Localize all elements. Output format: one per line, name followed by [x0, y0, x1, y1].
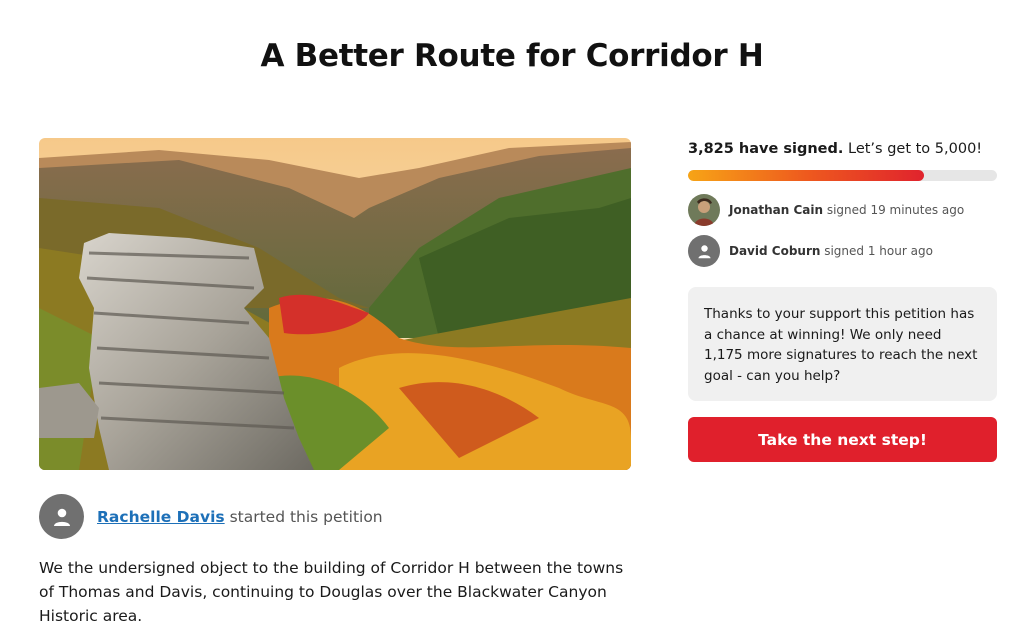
author-line: Rachelle Davis started this petition — [97, 508, 383, 526]
support-message-box: Thanks to your support this petition has… — [688, 287, 997, 401]
support-message-text: Thanks to your support this petition has… — [704, 306, 978, 384]
petition-author: Rachelle Davis started this petition — [39, 494, 383, 539]
user-icon — [698, 244, 710, 258]
user-photo-icon — [688, 194, 720, 226]
author-name-link[interactable]: Rachelle Davis — [97, 508, 225, 526]
landscape-photo-icon — [39, 138, 631, 470]
signature-count-text: 3,825 have signed. — [688, 141, 844, 157]
signature-progress-bar — [688, 170, 997, 181]
avatar — [39, 494, 84, 539]
avatar — [688, 194, 720, 226]
petition-description: We the undersigned object to the buildin… — [39, 559, 624, 625]
signer-name: David Coburn — [729, 244, 821, 258]
user-icon — [53, 508, 70, 526]
signature-progress-fill — [688, 170, 925, 181]
avatar — [688, 235, 720, 267]
page-title: A Better Route for Corridor H — [260, 38, 764, 74]
author-action: started this petition — [224, 507, 383, 526]
signer-action: signed 19 minutes ago — [823, 203, 965, 217]
signer-text: Jonathan Cain signed 19 minutes ago — [729, 203, 964, 217]
signature-count: 3,825 have signed. Let’s get to 5,000! — [688, 141, 982, 157]
signer-name: Jonathan Cain — [729, 203, 824, 217]
take-next-step-button[interactable]: Take the next step! — [688, 417, 997, 462]
signature-goal-text: Let’s get to 5,000! — [843, 141, 983, 157]
signer-text: David Coburn signed 1 hour ago — [729, 244, 933, 258]
recent-signer: Jonathan Cain signed 19 minutes ago — [688, 194, 964, 226]
petition-hero-image — [39, 138, 631, 470]
recent-signer: David Coburn signed 1 hour ago — [688, 235, 933, 267]
signer-action: signed 1 hour ago — [820, 244, 933, 258]
